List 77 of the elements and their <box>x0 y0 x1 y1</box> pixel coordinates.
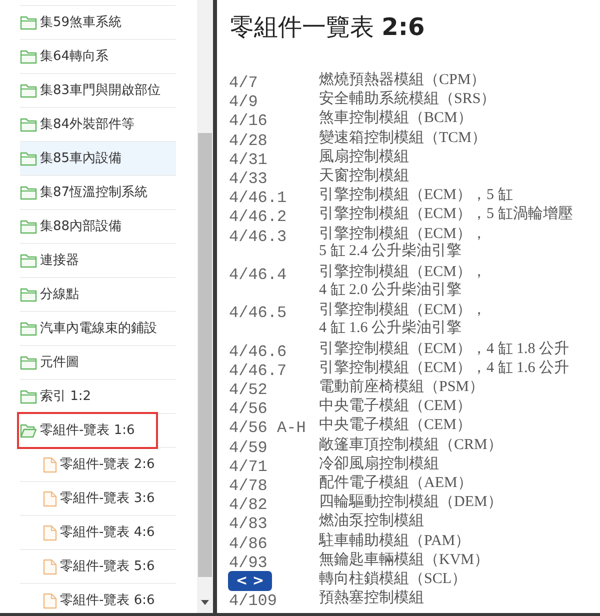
file-item[interactable]: 零組件-覽表 5:6 <box>43 558 155 576</box>
part-code: 4/56 A-H <box>229 419 306 438</box>
folder-item[interactable]: 集84外裝部件等 <box>20 116 135 134</box>
part-code: 4/82 <box>229 496 268 514</box>
part-description: 駐車輔助模組（PAM） <box>319 532 470 550</box>
file-icon <box>43 524 57 540</box>
part-code: 4/33 <box>229 170 268 188</box>
part-description: 中央電子模組（CEM） <box>319 417 472 436</box>
scrollbar-track[interactable] <box>197 0 213 613</box>
folder-item[interactable]: 零組件-覽表 1:6 <box>17 412 158 449</box>
part-code: 4/31 <box>229 150 268 169</box>
part-description: 引擎控制模組（ECM），5 缸渦輪增壓 <box>319 206 573 224</box>
folder-item[interactable]: 汽車內電線束的鋪設 <box>20 320 157 338</box>
folder-item[interactable]: 集88內部設備 <box>20 218 122 236</box>
part-description: 安全輔助系統模組（SRS） <box>319 91 496 109</box>
part-description: 燃燒預熱器模組（CPM） <box>319 72 486 90</box>
part-description: 電動前座椅模組（PSM） <box>319 379 484 397</box>
file-item[interactable]: 零組件-覽表 6:6 <box>43 592 155 610</box>
part-description: 無鑰匙車輛模組（KVM） <box>319 552 490 570</box>
file-icon <box>43 558 57 574</box>
part-code: 4/78 <box>229 476 268 495</box>
part-code: 4/83 <box>229 515 268 534</box>
part-code: 4/71 <box>229 458 268 476</box>
part-code: 4/16 <box>229 112 268 130</box>
part-description: 引擎控制模組（ECM），4 缸 1.6 公升 <box>319 360 570 378</box>
file-icon <box>43 592 57 608</box>
part-code: 4/56 <box>229 400 268 418</box>
scroll-down-icon[interactable] <box>201 600 209 605</box>
part-code: 4/28 <box>229 132 268 150</box>
page-nav-button[interactable]: < > <box>228 571 272 591</box>
part-description: 敞篷車頂控制模組（CRM） <box>319 436 502 454</box>
part-code: 4/46.1 <box>229 189 287 208</box>
part-description: 預熱塞控制模組 <box>319 590 424 608</box>
part-code: 4/109 <box>229 592 278 610</box>
folder-item[interactable]: 連接器 <box>20 252 79 270</box>
file-icon <box>43 456 57 472</box>
part-code: 4/86 <box>229 534 268 553</box>
part-description: 引擎控制模組（ECM）， 4 缸 1.6 公升柴油引擎 <box>319 302 487 338</box>
part-code: 4/46.3 <box>229 228 287 246</box>
folder-item[interactable]: 集59煞車系統 <box>20 14 122 32</box>
part-code: 4/46.5 <box>229 304 287 322</box>
file-item[interactable]: 零組件-覽表 3:6 <box>43 490 155 508</box>
folder-item[interactable]: 集85車內設備 <box>20 150 122 168</box>
part-code: 4/9 <box>229 93 258 112</box>
part-code: 4/52 <box>229 381 268 400</box>
scrollbar-thumb[interactable] <box>198 133 212 577</box>
folder-item[interactable]: 集87恆溫控制系統 <box>20 184 148 202</box>
part-code: 4/59 <box>229 438 268 457</box>
part-description: 風扇控制模組 <box>319 148 409 166</box>
part-description: 燃油泵控制模組 <box>319 513 424 532</box>
part-description: 引擎控制模組（ECM），5 缸 <box>319 187 513 205</box>
part-code: 4/7 <box>229 74 258 92</box>
part-description: 中央電子模組（CEM） <box>319 398 472 416</box>
part-code: 4/46.6 <box>229 342 287 361</box>
part-description: 轉向柱鎖模組（SCL） <box>319 570 467 589</box>
page-title: 零組件一覽表 2:6 <box>230 12 426 42</box>
part-description: 引擎控制模組（ECM）， 5 缸 2.4 公升柴油引擎 <box>319 226 487 261</box>
file-icon <box>43 490 57 506</box>
part-description: 引擎控制模組（ECM）， 4 缸 2.0 公升柴油引擎 <box>319 264 487 300</box>
part-description: 四輪驅動控制模組（DEM） <box>319 494 502 512</box>
folder-item[interactable]: 分線點 <box>20 286 79 304</box>
folder-item[interactable]: 元件圖 <box>20 354 79 372</box>
folder-item[interactable]: 集83車門與開啟部位 <box>20 82 161 100</box>
file-item[interactable]: 零組件-覽表 2:6 <box>43 456 155 474</box>
part-description: 煞車控制模組（BCM） <box>319 110 472 128</box>
folder-item[interactable]: 索引 1:2 <box>20 388 92 406</box>
part-description: 配件電子模組（AEM） <box>319 474 472 493</box>
part-code: 4/93 <box>229 554 268 572</box>
part-description: 天窗控制模組 <box>319 168 409 186</box>
part-description: 冷卻風扇控制模組 <box>319 456 439 474</box>
part-description: 變速箱控制模組（TCM） <box>319 130 487 148</box>
part-description: 引擎控制模組（ECM），4 缸 1.8 公升 <box>319 340 570 358</box>
part-code: 4/46.7 <box>229 362 287 380</box>
folder-item[interactable]: 集64轉向系 <box>20 48 109 66</box>
file-item[interactable]: 零組件-覽表 4:6 <box>43 524 155 542</box>
part-code: 4/46.4 <box>229 266 287 284</box>
part-code: 4/46.2 <box>229 208 287 226</box>
